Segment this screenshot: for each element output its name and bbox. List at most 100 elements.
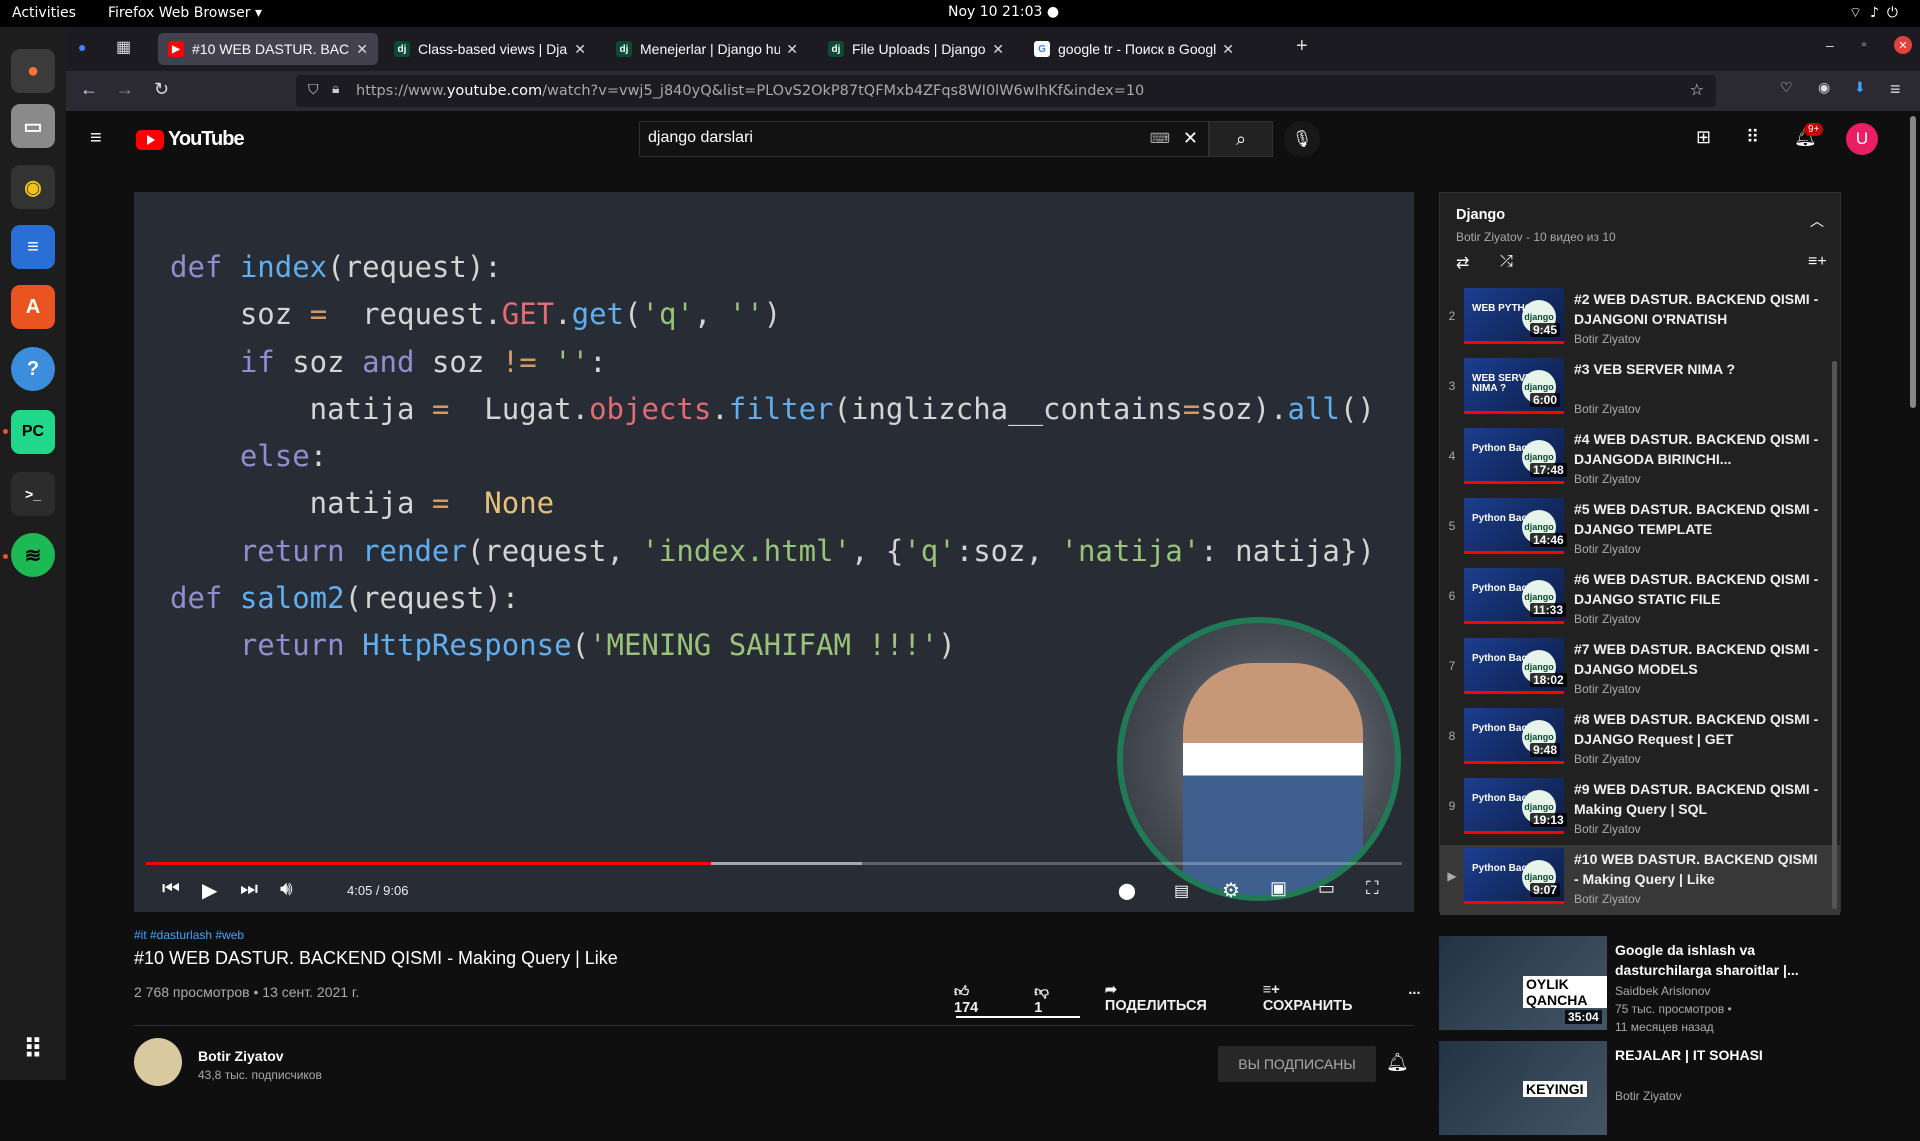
subtitles-icon[interactable]: ▤ [1174,881,1189,901]
playlist-item[interactable]: 4 Python Backend django 17:48 #4 WEB DASTUR.… [1440,425,1840,495]
progress-bar[interactable] [146,862,1402,865]
playlist-item[interactable]: 9 Python Backend django 19:13 #9 WEB DASTUR.… [1440,775,1840,845]
playlist-item[interactable]: 3 WEB SERVER NIMA ? django 6:00 #3 VEB SERVE… [1440,355,1840,425]
close-tab-icon[interactable]: ✕ [356,41,368,58]
code-token: ) [763,297,782,332]
software-icon[interactable]: A [11,285,55,329]
settings-gear-icon[interactable]: ⚙ [1222,878,1240,903]
show-apps-icon[interactable]: ⠿ [11,1027,55,1071]
browser-tab[interactable]: ▶ #10 WEB DASTUR. BACKEND ✕ [158,33,378,65]
playlist-item[interactable]: ▶ Python Backend django 9:07 #10 WEB DASTUR.… [1440,845,1840,915]
help-icon[interactable]: ? [11,347,55,391]
previous-icon[interactable]: ⏮ [162,878,180,901]
shield-icon[interactable]: ⛉ [308,82,319,98]
code-token: ( [624,297,642,332]
next-icon[interactable]: ⏭ [240,878,258,901]
browser-tab[interactable]: dj Class-based views | Django ✕ [384,33,596,65]
system-tray[interactable]: ⌔♪⏻ [1849,4,1906,22]
recommended-video[interactable]: KEYINGI REJALAR | IT SOHASI Botir Ziyatov [1439,1041,1841,1141]
user-avatar[interactable]: U [1846,123,1878,155]
downloads-icon[interactable]: ⬇ [1854,79,1866,96]
youtube-masthead: ≡ YouTube django darslari ⌨ ✕ ⌕ 🎙︎ ⊞ ⠿ 🔔… [66,111,1904,167]
browser-tab[interactable]: dj Menejerlar | Django hujjat ✕ [606,33,808,65]
pocket-icon[interactable]: ♡ [1780,79,1793,96]
more-actions-button[interactable]: ... [1408,982,1420,1016]
video-thumbnail[interactable]: KEYINGI [1439,1041,1607,1135]
code-token: = [1182,391,1201,426]
fullscreen-icon[interactable]: ⛶ [1366,878,1379,899]
subscribed-button[interactable]: ВЫ ПОДПИСАНЫ [1218,1046,1376,1082]
theater-mode-icon[interactable]: ▭ [1318,878,1335,899]
new-tab-button[interactable]: + [1296,35,1308,58]
dislike-button[interactable]: 👎︎ 1 [1034,982,1077,1016]
video-player[interactable]: def index(request): soz = request.GET.ge… [134,192,1414,912]
youtube-logo[interactable]: YouTube [136,128,245,151]
account-icon[interactable]: ◉ [1818,79,1830,96]
clock[interactable]: Noy 10 21:03 ● [948,4,1059,20]
maximize-icon[interactable]: ▫ [1862,37,1866,51]
voice-search-button[interactable]: 🎙︎ [1284,121,1320,157]
back-icon[interactable]: ← [80,79,98,100]
share-button[interactable]: ➦ ПОДЕЛИТЬСЯ [1105,982,1235,1016]
apps-icon[interactable]: ⠿ [1746,127,1759,148]
code-line: natija = Lugat.objects.filter(inglizcha_… [170,386,1375,433]
channel-bell-icon[interactable]: 🔔︎ [1386,1052,1409,1073]
volume-icon[interactable]: 🔊︎ [280,878,293,901]
close-tab-icon[interactable]: ✕ [992,41,1004,58]
rhythmbox-icon[interactable]: ◉ [11,165,55,209]
channel-avatar[interactable] [134,1038,182,1086]
code-token: 'natija' [1060,533,1201,568]
bookmark-star-icon[interactable]: ☆ [1690,80,1704,99]
browser-tab[interactable]: dj File Uploads | Django docs ✕ [818,33,1014,65]
activities-button[interactable]: Activities [12,5,76,21]
autoplay-toggle[interactable]: ⬤ [1118,881,1136,901]
app-menu[interactable]: Firefox Web Browser ▾ [108,5,262,21]
playlist-title[interactable]: Django [1456,207,1505,223]
playlist-item[interactable]: 6 Python Backend django 11:33 #6 WEB DASTUR.… [1440,565,1840,635]
files-icon[interactable]: ▭ [11,104,55,148]
miniplayer-icon[interactable]: ▣ [1270,878,1287,899]
recommended-video[interactable]: OYLIK QANCHA 35:04 Google da ishlash va da… [1439,936,1841,1036]
guide-menu-icon[interactable]: ≡ [90,127,102,150]
playlist-item[interactable]: 5 Python Backend django 14:46 #5 WEB DASTUR.… [1440,495,1840,565]
create-video-icon[interactable]: ⊞ [1696,127,1711,148]
save-button[interactable]: ≡+ СОХРАНИТЬ [1263,982,1381,1016]
share-icon: ➦ [1104,982,1118,998]
close-tab-icon[interactable]: ✕ [574,41,586,58]
spotify-icon[interactable]: ≋ [11,533,55,577]
writer-icon[interactable]: ≡ [11,225,55,269]
playlist-item[interactable]: 2 WEB PYTHON django 9:45 #2 WEB DASTUR. BACK… [1440,285,1840,355]
close-window-icon[interactable]: ✕ [1894,36,1912,54]
search-button[interactable]: ⌕ [1209,121,1273,157]
playlist-item[interactable]: 8 Python Backend django 9:48 #8 WEB DASTUR. … [1440,705,1840,775]
code-token: = [431,391,450,426]
close-tab-icon[interactable]: ✕ [1222,41,1234,58]
menu-icon[interactable]: ≡ [1890,79,1901,100]
save-playlist-icon[interactable]: ≡+ [1808,253,1827,271]
pycharm-icon[interactable]: PC [11,410,55,454]
firefox-icon[interactable]: ● [11,49,55,93]
terminal-icon[interactable]: >_ [11,472,55,516]
hashtags[interactable]: #it #dasturlash #web [134,928,1414,942]
code-token: return [170,533,363,568]
url-bar[interactable]: ⛉ 🔒︎ https://www. youtube.com/watch?v=vwj… [296,75,1716,107]
playlist-scrollbar[interactable] [1832,361,1837,909]
reload-icon[interactable]: ↻ [154,79,169,100]
browser-tab[interactable]: Ggoogle tr - Поиск в Google ✕ [1024,33,1244,65]
chrome-icon[interactable]: ● [78,39,86,55]
clear-search-icon[interactable]: ✕ [1183,128,1198,149]
playlist-item[interactable]: 7 Python Backend django 18:02 #7 WEB DASTUR.… [1440,635,1840,705]
minimize-icon[interactable]: – [1826,37,1834,53]
page-scrollbar[interactable] [1910,116,1916,408]
keyboard-icon[interactable]: ⌨ [1150,130,1170,147]
like-button[interactable]: 👍︎ 174 [954,982,1006,1016]
search-input[interactable]: django darslari ⌨ ✕ [639,121,1209,157]
shuffle-icon[interactable]: ⤮ [1500,253,1513,271]
loop-icon[interactable]: ⇄ [1456,253,1469,273]
forward-icon[interactable]: → [116,79,134,100]
collapse-chevron-icon[interactable]: ︿ [1810,211,1824,231]
play-icon[interactable]: ▶ [202,878,217,903]
channel-name[interactable]: Botir Ziyatov [198,1048,284,1064]
close-tab-icon[interactable]: ✕ [786,41,798,58]
grid-icon[interactable]: ▦ [116,37,131,57]
